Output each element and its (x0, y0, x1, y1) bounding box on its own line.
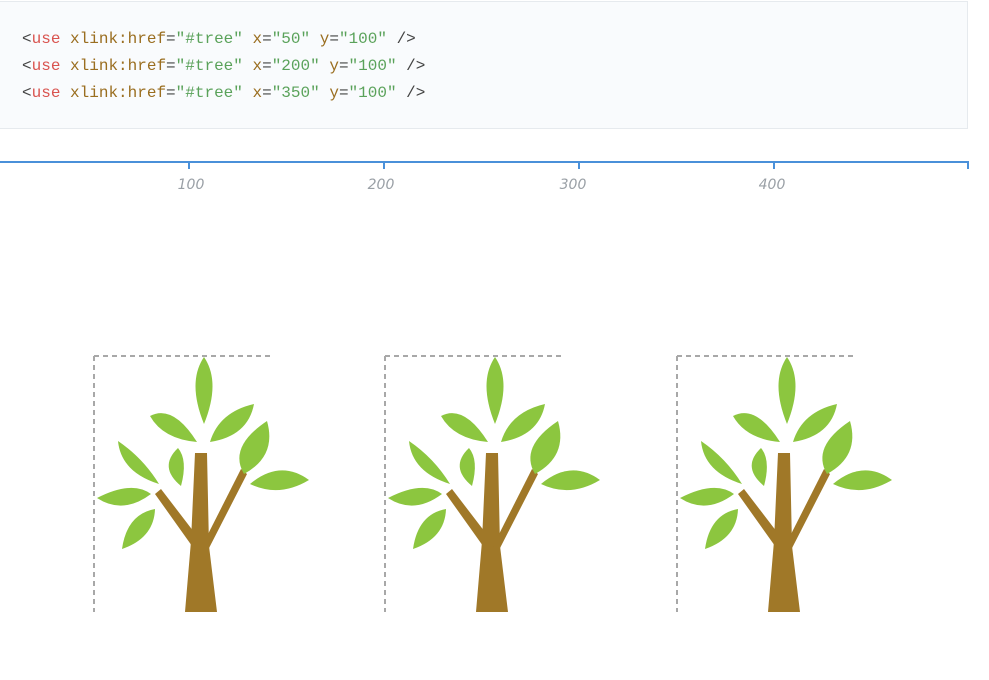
ruler-label-100: 100 (177, 177, 205, 193)
code-attr: y (329, 57, 339, 75)
code-value: "#tree" (175, 84, 243, 102)
code-equals: = (329, 30, 339, 48)
code-close: /> (406, 84, 426, 102)
code-tag: use (31, 30, 61, 48)
code-tag: use (31, 57, 61, 75)
tree-stage (0, 200, 989, 675)
coordinate-ruler: 100 200 300 400 (0, 150, 989, 200)
ruler-axis (0, 161, 969, 169)
code-attr: xlink:href (70, 30, 167, 48)
code-attr: y (319, 30, 330, 48)
code-equals: = (338, 57, 349, 75)
code-attr: x (252, 30, 263, 48)
ruler-label-400: 400 (758, 177, 786, 193)
code-equals: = (338, 84, 349, 102)
code-attr: x (252, 57, 263, 75)
tree-instance-1 (93, 355, 310, 613)
code-equals: = (166, 57, 176, 75)
code-open-bracket: < (22, 84, 32, 102)
code-attr: x (252, 84, 263, 102)
code-line: <use xlink:href="#tree" x="50" y="100" /… (22, 30, 416, 48)
tree-instance-2 (384, 355, 601, 613)
code-block: <use xlink:href="#tree" x="50" y="100" /… (0, 1, 968, 129)
code-tag: use (31, 84, 61, 102)
tree-canvas (93, 355, 893, 613)
code-value: "50" (271, 30, 311, 48)
code-open-bracket: < (22, 30, 32, 48)
code-value: "100" (348, 57, 397, 75)
code-line: <use xlink:href="#tree" x="350" y="100" … (22, 84, 425, 102)
tree-instance-3 (676, 355, 893, 613)
code-attr: y (329, 84, 339, 102)
code-attr: xlink:href (70, 84, 167, 102)
code-attr: xlink:href (70, 57, 167, 75)
code-equals: = (262, 30, 272, 48)
code-value: "#tree" (175, 57, 243, 75)
code-value: "200" (271, 57, 320, 75)
code-equals: = (262, 84, 272, 102)
code-equals: = (166, 84, 176, 102)
code-close: /> (406, 57, 426, 75)
code-value: "350" (271, 84, 320, 102)
code-equals: = (166, 30, 176, 48)
code-value: "100" (348, 84, 397, 102)
ruler-label-300: 300 (559, 177, 587, 193)
code-equals: = (262, 57, 272, 75)
code-open-bracket: < (22, 57, 32, 75)
ruler-label-200: 200 (367, 177, 395, 193)
code-value: "100" (338, 30, 387, 48)
code-value: "#tree" (175, 30, 243, 48)
code-close: /> (396, 30, 416, 48)
code-line: <use xlink:href="#tree" x="200" y="100" … (22, 57, 425, 75)
